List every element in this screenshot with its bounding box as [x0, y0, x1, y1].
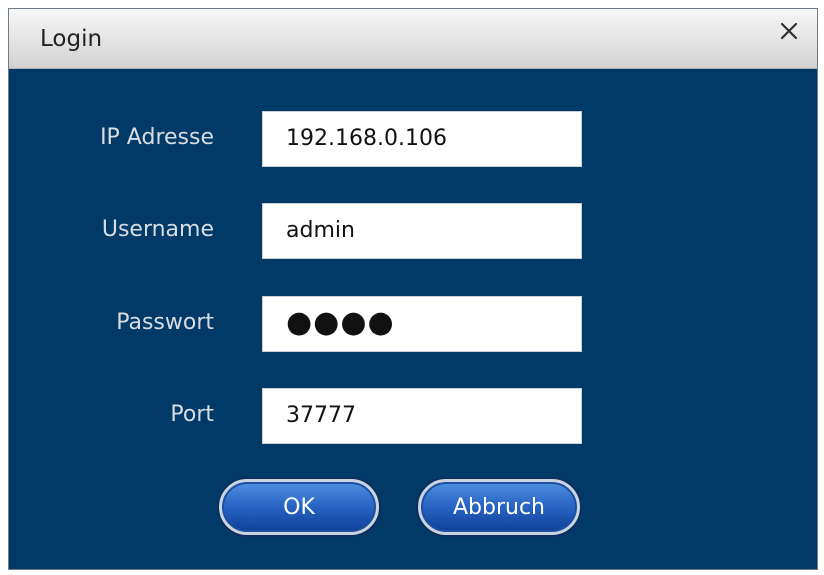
- username-input[interactable]: admin: [262, 203, 582, 259]
- ip-address-label: IP Adresse: [100, 125, 214, 150]
- close-button[interactable]: [773, 15, 805, 47]
- password-label: Passwort: [116, 310, 214, 335]
- username-label: Username: [101, 217, 214, 242]
- title-bar: Login: [9, 9, 817, 69]
- cancel-button[interactable]: Abbruch: [418, 479, 580, 535]
- ip-address-input[interactable]: 192.168.0.106: [262, 111, 582, 167]
- port-label: Port: [170, 402, 214, 427]
- password-row: Passwort ●●●●: [9, 296, 817, 356]
- ok-button[interactable]: OK: [219, 479, 379, 535]
- login-dialog: Login IP Adresse 192.168.0.106 Username …: [8, 8, 818, 570]
- dialog-title: Login: [40, 26, 103, 52]
- ip-address-row: IP Adresse 192.168.0.106: [9, 111, 817, 171]
- close-icon: [780, 22, 798, 40]
- username-row: Username admin: [9, 203, 817, 263]
- port-row: Port 37777: [9, 388, 817, 448]
- port-input[interactable]: 37777: [262, 388, 582, 444]
- password-input[interactable]: ●●●●: [262, 296, 582, 352]
